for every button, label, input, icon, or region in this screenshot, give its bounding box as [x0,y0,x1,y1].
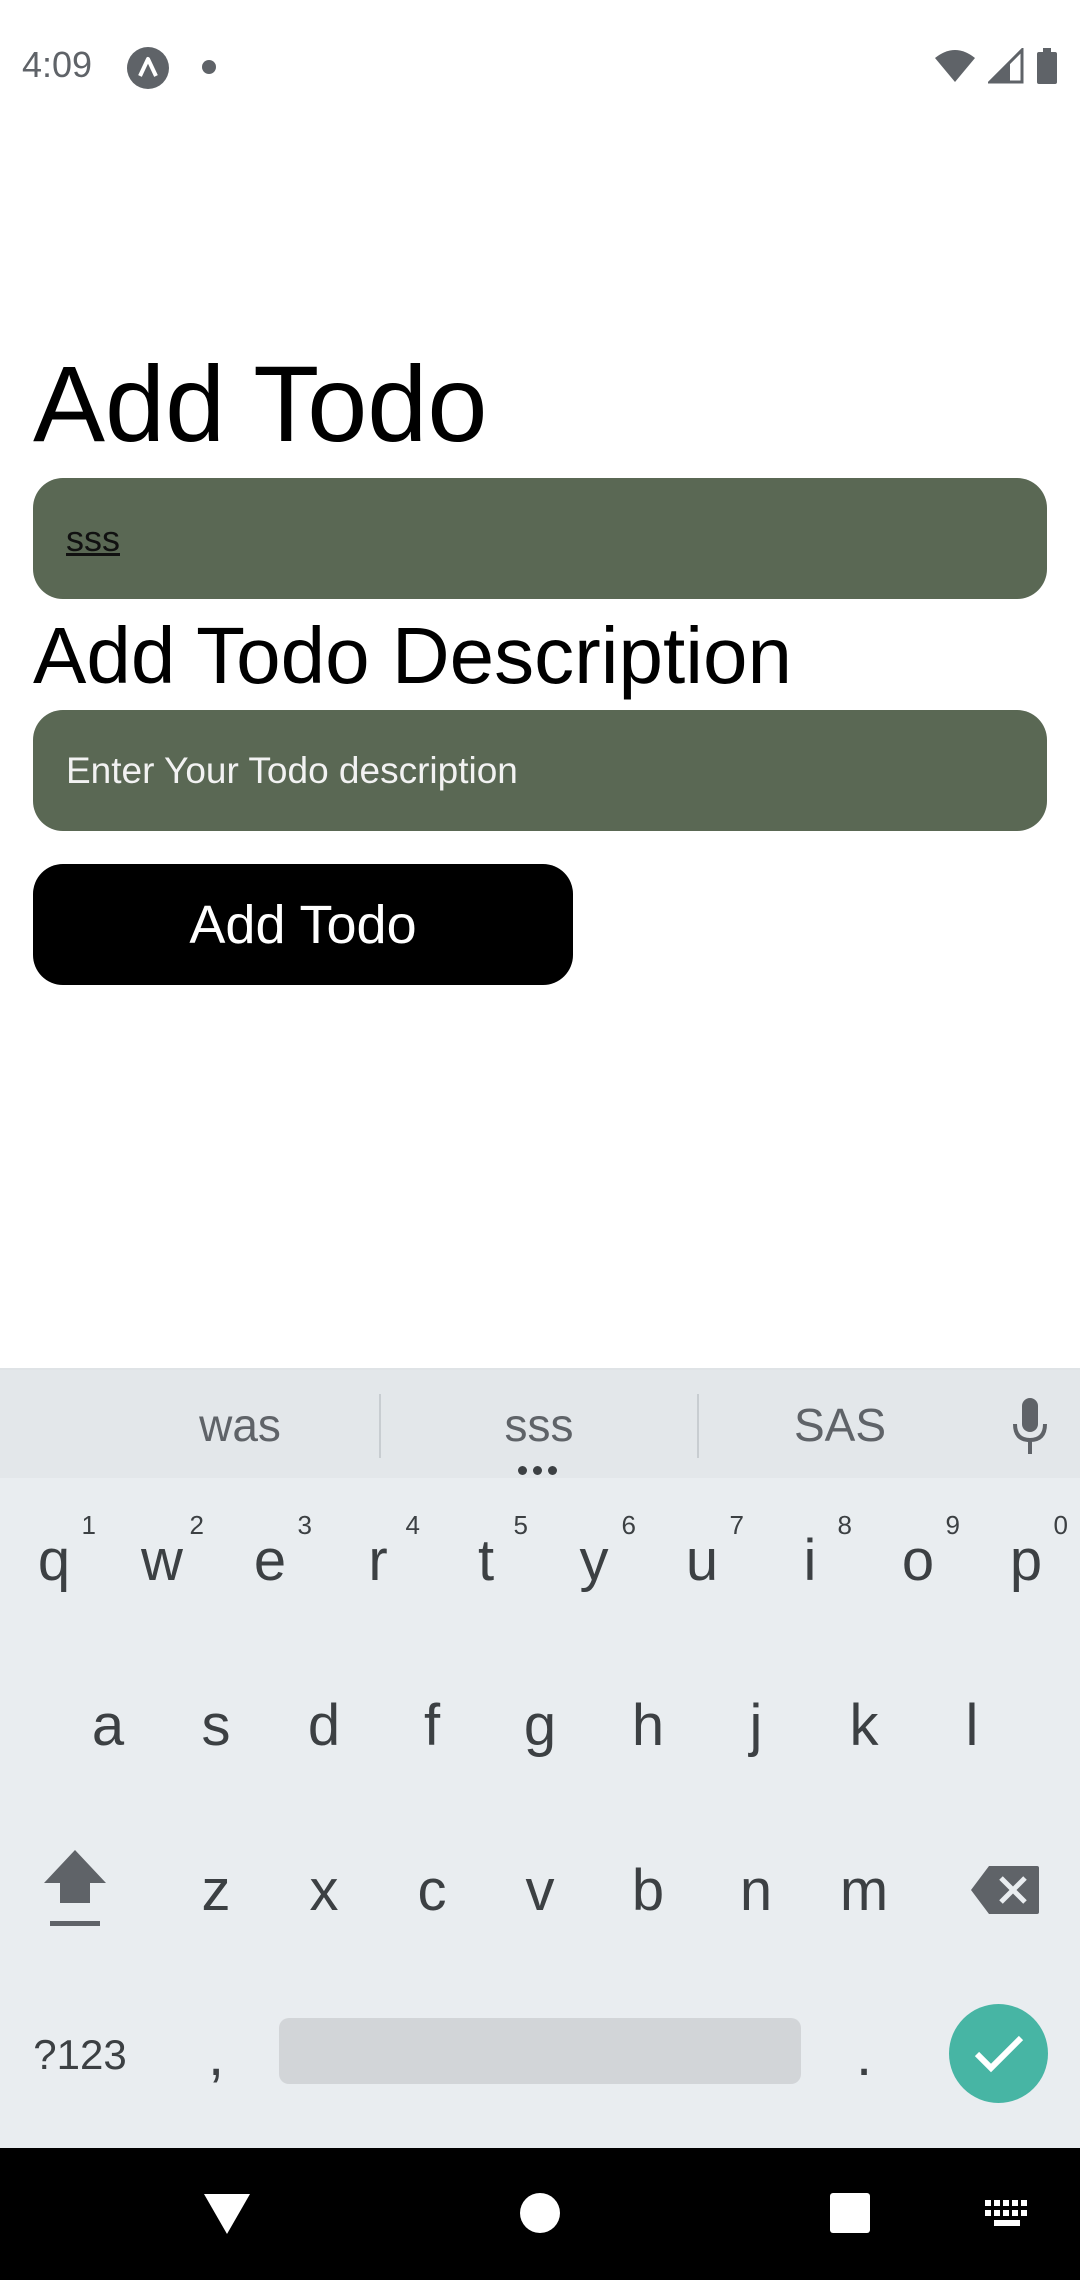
key-y[interactable]: y6 [540,1500,648,1620]
key-t[interactable]: t5 [432,1500,540,1620]
key-u[interactable]: u7 [648,1500,756,1620]
key-n[interactable]: n [702,1830,810,1950]
key-q[interactable]: q1 [0,1500,108,1620]
key-hint: 3 [297,1510,312,1540]
overview-icon[interactable] [829,2192,871,2234]
key-hint: 1 [81,1510,96,1540]
key-hint: 0 [1053,1510,1068,1540]
todo-title-input[interactable]: sss [33,478,1047,599]
status-time: 4:09 [22,44,93,85]
back-icon[interactable] [202,2190,252,2236]
backspace-key[interactable] [930,1830,1080,1950]
key-m[interactable]: m [810,1830,918,1950]
key-o[interactable]: o9 [864,1500,972,1620]
key-label: r [368,1527,388,1593]
key-d[interactable]: d [270,1665,378,1785]
enter-key[interactable] [949,2004,1048,2103]
key-c[interactable]: c [378,1830,486,1950]
screen: 4:09 Add Todo sss Add Todo Description E… [0,0,1080,2280]
description-heading: Add Todo Description [33,611,792,700]
key-label: y [579,1527,609,1593]
key-hint: 9 [945,1510,960,1540]
suggestion-more-icon [518,1466,557,1475]
key-r[interactable]: r4 [324,1500,432,1620]
status-icons [934,44,1058,88]
comma-key[interactable]: , [162,1995,270,2115]
todo-description-input[interactable]: Enter Your Todo description [33,710,1047,831]
backspace-icon [971,1866,1039,1914]
key-label: p [1009,1527,1043,1593]
key-x[interactable]: x [270,1830,378,1950]
todo-description-placeholder: Enter Your Todo description [66,749,518,791]
keyboard-switch-icon[interactable] [985,2200,1029,2228]
key-i[interactable]: i8 [756,1500,864,1620]
shift-icon [44,1850,106,1926]
key-l[interactable]: l [918,1665,1026,1785]
key-f[interactable]: f [378,1665,486,1785]
key-a[interactable]: a [54,1665,162,1785]
microphone-icon[interactable] [1010,1396,1050,1456]
app-notification-icon [127,47,169,89]
dot-icon [202,60,216,74]
key-label: q [37,1527,71,1593]
key-k[interactable]: k [810,1665,918,1785]
key-label: w [141,1527,183,1593]
key-hint: 2 [189,1510,204,1540]
page-title: Add Todo [33,343,488,464]
key-hint: 6 [621,1510,636,1540]
key-label: i [803,1527,817,1593]
key-p[interactable]: p0 [972,1500,1080,1620]
navigation-bar [0,2148,1080,2280]
key-hint: 8 [837,1510,852,1540]
key-label: u [685,1527,719,1593]
suggestion-strip: was sss SAS [0,1368,1080,1478]
shift-key[interactable] [0,1830,150,1950]
home-icon[interactable] [519,2192,561,2234]
wifi-icon [935,50,975,82]
suggestion-1[interactable]: was [100,1370,380,1480]
key-w[interactable]: w2 [108,1500,216,1620]
status-bar: 4:09 [0,0,1080,130]
todo-title-value: sss [66,517,120,559]
key-j[interactable]: j [702,1665,810,1785]
key-b[interactable]: b [594,1830,702,1950]
key-v[interactable]: v [486,1830,594,1950]
key-label: e [253,1527,287,1593]
key-hint: 5 [513,1510,528,1540]
checkmark-icon [974,2035,1023,2072]
key-h[interactable]: h [594,1665,702,1785]
key-e[interactable]: e3 [216,1500,324,1620]
key-z[interactable]: z [162,1830,270,1950]
key-hint: 7 [729,1510,744,1540]
add-todo-button[interactable]: Add Todo [33,864,573,985]
key-label: t [477,1527,495,1593]
period-key[interactable]: . [810,1995,918,2115]
key-label: o [901,1527,935,1593]
key-g[interactable]: g [486,1665,594,1785]
space-key[interactable] [279,2018,801,2084]
key-s[interactable]: s [162,1665,270,1785]
battery-icon [1037,48,1057,84]
symbols-key[interactable]: ?123 [0,1995,160,2115]
suggestion-2[interactable]: sss [381,1370,697,1480]
signal-icon [988,48,1024,84]
suggestion-3[interactable]: SAS [699,1370,981,1480]
key-hint: 4 [405,1510,420,1540]
